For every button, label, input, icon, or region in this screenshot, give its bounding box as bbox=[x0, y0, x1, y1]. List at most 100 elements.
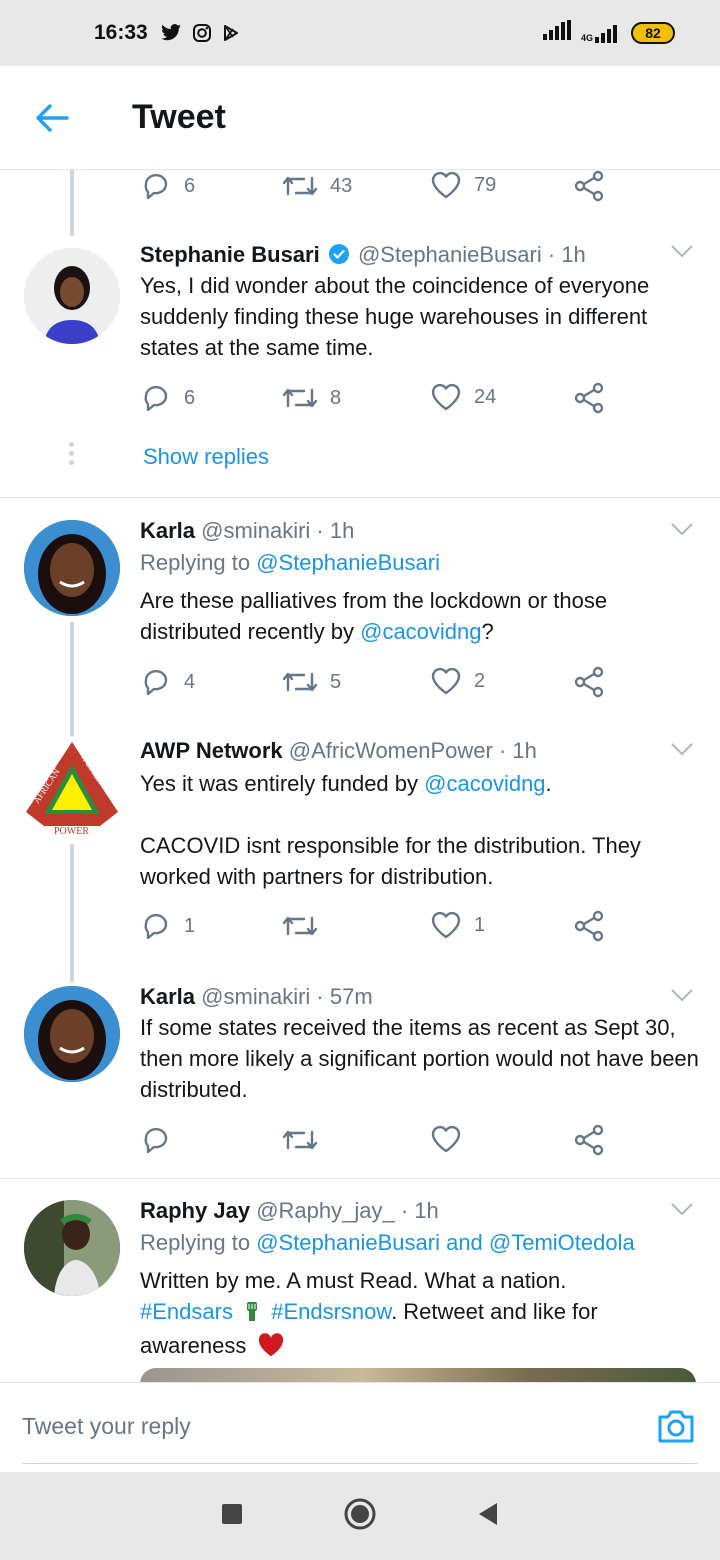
tweet-actions bbox=[140, 1124, 620, 1158]
signal-icon bbox=[542, 20, 571, 46]
share-action[interactable] bbox=[574, 382, 606, 414]
chevron-down-icon[interactable] bbox=[670, 742, 694, 761]
reply-action[interactable]: 6 bbox=[140, 382, 195, 414]
show-replies-link[interactable]: Show replies bbox=[143, 444, 269, 470]
retweet-icon bbox=[282, 388, 318, 408]
tweet-text: Are these palliatives from the lockdown … bbox=[140, 588, 608, 644]
hashtag-link[interactable]: #Endsars bbox=[140, 1299, 233, 1324]
thread-connector bbox=[70, 844, 74, 982]
chevron-down-icon[interactable] bbox=[670, 522, 694, 541]
triangle-back-icon bbox=[479, 1502, 497, 1525]
retweet-action[interactable] bbox=[282, 1124, 318, 1156]
raised-fist-icon bbox=[245, 1299, 259, 1330]
author-handle[interactable]: @sminakiri bbox=[201, 518, 310, 543]
share-icon bbox=[574, 1124, 604, 1156]
back-nav-button[interactable] bbox=[477, 1501, 499, 1532]
retweet-action[interactable]: 43 bbox=[282, 170, 352, 202]
tweet-actions: 4 5 2 bbox=[140, 666, 620, 700]
author-handle[interactable]: @StephanieBusari bbox=[358, 242, 542, 267]
tweet-header: Raphy Jay @Raphy_jay_ · 1h bbox=[140, 1198, 439, 1224]
mention-link[interactable]: @cacovidng bbox=[360, 619, 481, 644]
author-name[interactable]: Karla bbox=[140, 518, 195, 543]
tweet-time: · 1h bbox=[316, 518, 355, 543]
comment-icon bbox=[144, 173, 168, 200]
retweet-icon bbox=[282, 1130, 318, 1150]
media-preview[interactable] bbox=[140, 1368, 696, 1382]
page-title: Tweet bbox=[132, 98, 226, 136]
tweet-actions: 6 8 24 bbox=[140, 382, 620, 416]
hashtag-link[interactable]: #Endsrsnow bbox=[271, 1299, 391, 1324]
heart-icon bbox=[431, 1125, 461, 1153]
like-action[interactable] bbox=[430, 1124, 462, 1154]
author-name[interactable]: Stephanie Busari bbox=[140, 242, 320, 267]
avatar[interactable]: AFRICAN WOMEN POWER bbox=[24, 740, 120, 837]
share-icon bbox=[574, 910, 604, 942]
like-action[interactable]: 2 bbox=[430, 666, 485, 696]
home-button[interactable] bbox=[343, 1497, 377, 1536]
avatar[interactable] bbox=[24, 1200, 120, 1296]
comment-icon bbox=[144, 669, 168, 696]
reply-input-underline bbox=[22, 1463, 698, 1464]
author-handle[interactable]: @Raphy_jay_ bbox=[256, 1198, 395, 1223]
tweet-thread[interactable]: 6 43 79 Stephanie Busari @StephanieBusar… bbox=[0, 170, 720, 1382]
comment-icon bbox=[144, 913, 168, 940]
avatar-text-bottom: POWER bbox=[54, 826, 89, 836]
heart-icon bbox=[431, 171, 461, 199]
thread-connector bbox=[70, 622, 74, 736]
tweet-actions: 1 1 bbox=[140, 910, 620, 944]
tweet-header: Karla @sminakiri · 1h bbox=[140, 518, 354, 544]
chevron-down-icon[interactable] bbox=[670, 988, 694, 1007]
mention-link[interactable]: @cacovidng bbox=[424, 771, 545, 796]
retweet-action[interactable]: 5 bbox=[282, 666, 341, 698]
like-action[interactable]: 1 bbox=[430, 910, 485, 940]
tweet-time: · 1h bbox=[400, 1198, 439, 1223]
back-button[interactable] bbox=[0, 66, 104, 170]
avatar[interactable] bbox=[24, 520, 120, 616]
comment-icon bbox=[144, 385, 168, 412]
author-name[interactable]: Karla bbox=[140, 984, 195, 1009]
retweet-action[interactable] bbox=[282, 910, 330, 942]
reply-action[interactable]: 4 bbox=[140, 666, 195, 698]
author-handle[interactable]: @sminakiri bbox=[201, 984, 310, 1009]
recents-button[interactable] bbox=[221, 1503, 243, 1530]
retweet-icon bbox=[282, 176, 318, 196]
heart-icon bbox=[431, 911, 461, 939]
reply-action[interactable]: 6 bbox=[140, 170, 195, 202]
retweet-action[interactable]: 8 bbox=[282, 382, 341, 414]
reply-action[interactable]: 1 bbox=[140, 910, 195, 942]
retweet-icon bbox=[282, 672, 318, 692]
reply-action[interactable] bbox=[140, 1124, 172, 1156]
retweet-icon bbox=[282, 916, 318, 936]
replying-to-link[interactable]: @StephanieBusari bbox=[256, 550, 440, 575]
like-action[interactable]: 24 bbox=[430, 382, 496, 412]
tweet-text: Yes it was entirely funded by @cacovidng… bbox=[140, 771, 552, 796]
tweet-time: · 1h bbox=[547, 242, 586, 267]
chevron-down-icon[interactable] bbox=[670, 1202, 694, 1221]
arrow-left-icon bbox=[36, 103, 69, 132]
divider bbox=[0, 497, 720, 498]
author-name[interactable]: AWP Network bbox=[140, 738, 283, 763]
system-nav-bar bbox=[0, 1472, 720, 1560]
red-heart-icon bbox=[257, 1333, 285, 1365]
author-name[interactable]: Raphy Jay bbox=[140, 1198, 250, 1223]
share-action[interactable] bbox=[574, 1124, 606, 1156]
avatar[interactable] bbox=[24, 986, 120, 1082]
heart-icon bbox=[431, 667, 461, 695]
tweet-text: Written by me. A must Read. What a natio… bbox=[140, 1265, 700, 1365]
thread-connector bbox=[70, 170, 74, 236]
share-action[interactable] bbox=[574, 910, 606, 942]
like-action[interactable]: 79 bbox=[430, 170, 496, 200]
share-action[interactable] bbox=[574, 170, 606, 202]
chevron-down-icon[interactable] bbox=[670, 244, 694, 263]
reply-input[interactable]: Tweet your reply bbox=[22, 1413, 191, 1440]
tweet-time: · 57m bbox=[316, 984, 373, 1009]
replying-to: Replying to @StephanieBusari bbox=[140, 550, 440, 575]
share-action[interactable] bbox=[574, 666, 606, 698]
tweet-text: Yes, I did wonder about the coincidence … bbox=[140, 273, 650, 360]
avatar[interactable] bbox=[24, 248, 120, 344]
divider bbox=[0, 1178, 720, 1179]
replying-to-link[interactable]: @StephanieBusari and @TemiOtedola bbox=[256, 1230, 635, 1255]
author-handle[interactable]: @AfricWomenPower bbox=[289, 738, 493, 763]
tweet-text: If some states received the items as rec… bbox=[140, 1015, 699, 1102]
camera-button[interactable] bbox=[656, 1407, 696, 1450]
